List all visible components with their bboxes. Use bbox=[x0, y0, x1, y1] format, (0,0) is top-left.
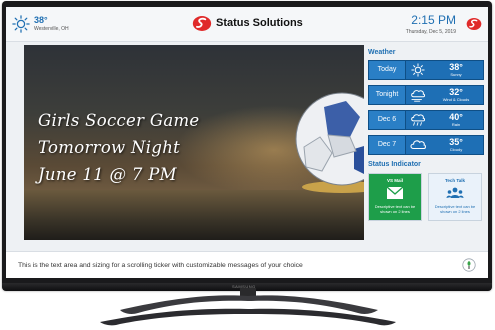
status-card-tech-talk[interactable]: Tech Talk Descriptive text can be shown … bbox=[428, 173, 482, 221]
weather-day: Dec 7 bbox=[369, 136, 406, 154]
hero-announcement-text: Girls Soccer Game Tomorrow Night June 11… bbox=[38, 107, 288, 188]
weather-temp: 35° bbox=[449, 137, 463, 147]
weather-row-today: Today 38° Sunny bbox=[368, 60, 484, 80]
soccer-ball-image bbox=[295, 92, 364, 193]
header-date: Thursday, Dec 5, 2019 bbox=[405, 29, 456, 35]
status-card-description: Descriptive text can be shown on 2 lines bbox=[374, 204, 416, 214]
tv-stand bbox=[100, 288, 396, 326]
scrolling-ticker: This is the text area and sizing for a s… bbox=[6, 251, 488, 278]
hero-line-2: Tomorrow Night bbox=[38, 138, 181, 157]
weather-temp: 38° bbox=[449, 62, 463, 72]
rain-icon bbox=[411, 114, 426, 126]
people-icon bbox=[446, 187, 464, 198]
mail-icon bbox=[386, 186, 404, 199]
weather-title: Weather bbox=[368, 49, 396, 56]
ticker-badge-icon bbox=[462, 258, 476, 272]
hero-line-3: June 11 @ 7 PM bbox=[38, 165, 177, 184]
hero-announcement: Girls Soccer Game Tomorrow Night June 11… bbox=[24, 45, 364, 240]
weather-row-dec6: Dec 6 40° Rain bbox=[368, 110, 484, 130]
status-indicator-title: Status Indicator bbox=[368, 161, 421, 168]
weather-condition: Rain bbox=[451, 122, 461, 127]
header-bar: 38° Westerville, OH Status Solutions 2:1… bbox=[6, 7, 488, 42]
sun-icon bbox=[411, 63, 425, 77]
side-panel: Weather Today 38° Sunny Tonight 32° Wind… bbox=[368, 45, 484, 245]
header-temperature: 38° bbox=[34, 15, 48, 25]
status-solutions-logo-icon bbox=[192, 16, 212, 31]
corner-logo-icon bbox=[466, 18, 482, 30]
status-card-title: Tech Talk bbox=[444, 178, 466, 183]
weather-condition: Sunny bbox=[450, 72, 462, 77]
weather-temp: 32° bbox=[449, 87, 463, 97]
signage-screen: 38° Westerville, OH Status Solutions 2:1… bbox=[6, 7, 488, 278]
weather-condition: Wind & Clouds bbox=[442, 97, 470, 102]
status-card-title: VS Mail bbox=[386, 178, 403, 183]
hero-line-1: Girls Soccer Game bbox=[38, 111, 200, 130]
header-time: 2:15 PM bbox=[411, 13, 456, 27]
weather-day: Dec 6 bbox=[369, 111, 406, 129]
sun-icon bbox=[12, 15, 30, 33]
status-card-description: Descriptive text can be shown on 2 lines bbox=[434, 204, 476, 214]
weather-row-dec7: Dec 7 35° Cloudy bbox=[368, 135, 484, 155]
ticker-message: This is the text area and sizing for a s… bbox=[18, 262, 303, 269]
status-card-vs-mail[interactable]: VS Mail Descriptive text can be shown on… bbox=[368, 173, 422, 221]
weather-condition: Cloudy bbox=[449, 147, 463, 152]
hero-ground bbox=[24, 190, 364, 240]
weather-day: Today bbox=[369, 61, 406, 79]
cloud-icon bbox=[410, 140, 426, 150]
weather-temp: 40° bbox=[449, 112, 463, 122]
wind-cloud-icon bbox=[411, 90, 426, 102]
header-location: Westerville, OH bbox=[34, 26, 69, 32]
brand-name: Status Solutions bbox=[216, 17, 303, 29]
weather-day: Tonight bbox=[369, 86, 406, 104]
weather-row-tonight: Tonight 32° Wind & Clouds bbox=[368, 85, 484, 105]
